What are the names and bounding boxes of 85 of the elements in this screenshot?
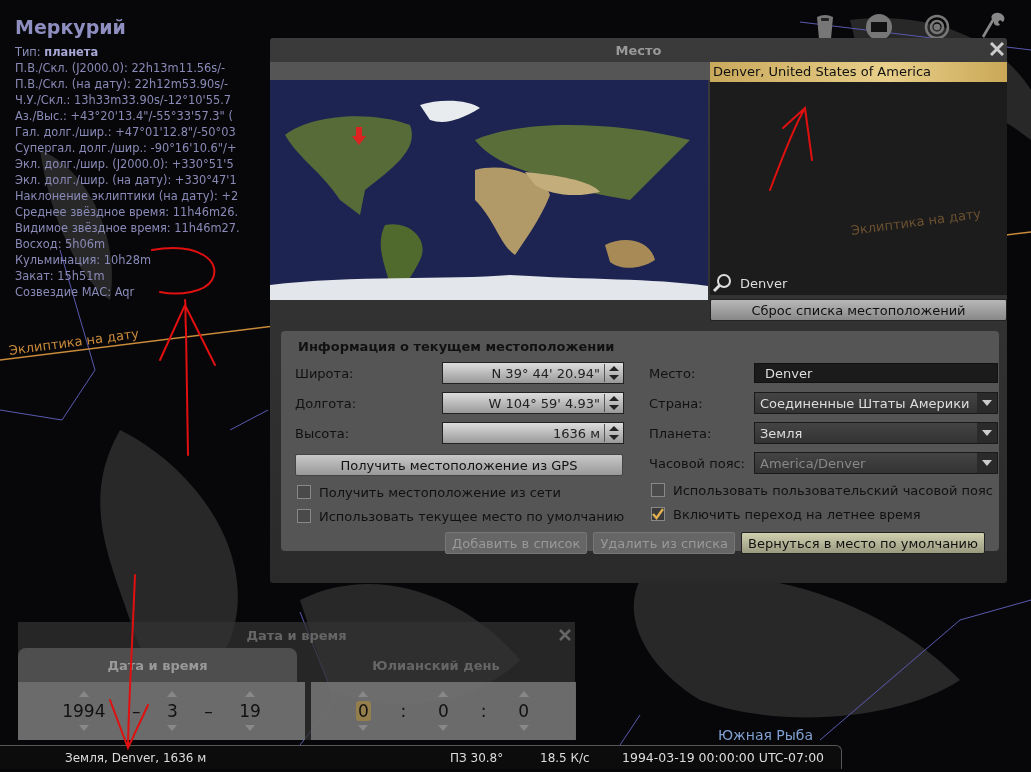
ecliptic-label: Эклиптика на дату [850,205,982,238]
date-spin-value[interactable]: 1994 [60,701,108,721]
up-arrow-icon[interactable] [167,691,178,697]
search-field[interactable]: Denver [740,273,990,293]
constellation-line [229,409,269,431]
checkbox[interactable] [297,509,311,523]
fps-status: 18.5 К/с [540,750,591,765]
checkbox[interactable] [297,485,311,499]
time-spin-value[interactable]: 0 [436,701,451,721]
field-label: Место: [649,365,697,381]
time-separator: : [400,701,407,721]
checkbox-label: Использовать текущее место по умолчанию [319,508,625,524]
down-arrow-icon[interactable] [518,725,529,731]
down-arrow-icon[interactable] [167,725,178,731]
checkbox-label: Получить местоположение из сети [319,484,561,500]
object-info-line: Созвездие МАС: Aqr [15,284,136,300]
ecliptic-label: Эклиптика на дату [8,325,140,358]
panel-title: Дата и время [246,627,347,643]
object-info-line: Кульминация: 10h28m [15,252,152,268]
screen-icon[interactable] [866,14,892,40]
dropdown[interactable]: Соединенные Штаты Америки [754,392,998,414]
up-arrow-icon[interactable] [518,691,529,697]
field-label: Широта: [295,365,355,381]
field-label: Страна: [649,395,704,411]
object-info-line: Аз./Выс.: +43°20'13.4"/-55°33'57.3" ( [15,108,234,124]
checkbox[interactable] [651,507,665,521]
field-label: Часовой пояс: [649,455,746,471]
field-label: Планета: [649,425,713,441]
spin-field[interactable]: N 39° 44' 20.94" [442,362,624,384]
field-label: Высота: [295,425,351,441]
up-arrow-icon[interactable] [438,691,449,697]
text-field[interactable]: Denver [754,363,998,383]
up-arrow-icon[interactable] [358,691,369,697]
checkbox-label: Включить переход на летнее время [673,506,921,522]
down-arrow-icon[interactable] [358,725,369,731]
action-button[interactable]: Вернуться в место по умолчанию [741,532,985,554]
object-info-line: П.В./Скл. (на дату): 22h12m53.90s/- [15,76,230,92]
up-arrow-icon[interactable] [78,691,89,697]
object-info-line: Тип: планета [15,44,100,60]
up-arrow-icon[interactable] [244,691,255,697]
search-icon [712,273,732,293]
object-info-line: Гал. долг./шир.: +47°01'12.8"/-50°03 [15,124,237,140]
target-icon[interactable] [924,14,950,40]
spin-field[interactable]: W 104° 59' 4.93" [442,392,624,414]
date-separator: – [204,701,213,721]
object-info-line: Закат: 15h51m [15,268,106,284]
dialog-title: Место [615,42,662,58]
annotation-bracket [151,247,216,295]
checkbox[interactable] [651,483,665,497]
location-status[interactable]: Земля, Denver, 1636 м [65,750,450,765]
cylinder-icon[interactable] [816,14,834,40]
spin-field[interactable]: 1636 м [442,422,624,444]
time-spin-value[interactable]: 0 [355,701,371,721]
object-info-line: Наклонение эклиптики (на дату): +2 [15,188,240,204]
object-info-line: Супергал. долг./шир.: -90°16'10.6"/+ [15,140,238,156]
map-pin-icon [352,127,366,145]
object-info-line: Восход: 5h06m [15,236,107,252]
dropdown-arrow-icon[interactable] [982,430,992,436]
object-title: Меркурий [15,15,127,40]
time-separator: : [480,701,487,721]
down-arrow-icon[interactable] [78,725,89,731]
field-label: Долгота: [295,395,358,411]
gps-button[interactable]: Получить местоположение из GPS [295,454,623,476]
dropdown[interactable]: Земля [754,422,998,444]
fov-status: ПЗ 30.8° [450,750,505,765]
checkbox-label: Использовать пользовательский часовой пояс [673,482,993,498]
dropdown-arrow-icon[interactable] [982,400,992,406]
constellation-label: Южная Рыба [718,727,814,743]
object-info-line: Среднее звёздное время: 11h46m26. [15,204,240,220]
object-info-line: Экл. долг./шир. (на дату): +330°47'1 [15,172,238,188]
datetime-status[interactable]: 1994-03-19 00:00:00 UTC-07:00 [622,750,825,765]
date-spin-value[interactable]: 3 [164,701,180,721]
date-separator: – [131,701,141,721]
object-info-line: Экл. долг./шир. (J2000.0): +330°51'5 [15,156,235,172]
constellation-line [619,714,641,746]
object-info-line: Видимое звёздное время: 11h46m27. [15,220,241,236]
time-spin-value[interactable]: 0 [516,701,532,721]
object-info-line: Ч.У./Скл.: 13h33m33.90s/-12°10'55.7 [15,92,232,108]
section-heading: Информация о текущем местоположении [298,339,616,354]
location-list-item[interactable]: Denver, United States of America [710,62,1007,82]
reset-list-button[interactable]: Сброс списка местоположений [710,299,1007,321]
down-arrow-icon[interactable] [244,725,255,731]
down-arrow-icon[interactable] [438,725,449,731]
date-spin-value[interactable]: 19 [237,701,263,721]
object-info-line: П.В./Скл. (J2000.0): 22h13m11.56s/- [15,60,227,76]
